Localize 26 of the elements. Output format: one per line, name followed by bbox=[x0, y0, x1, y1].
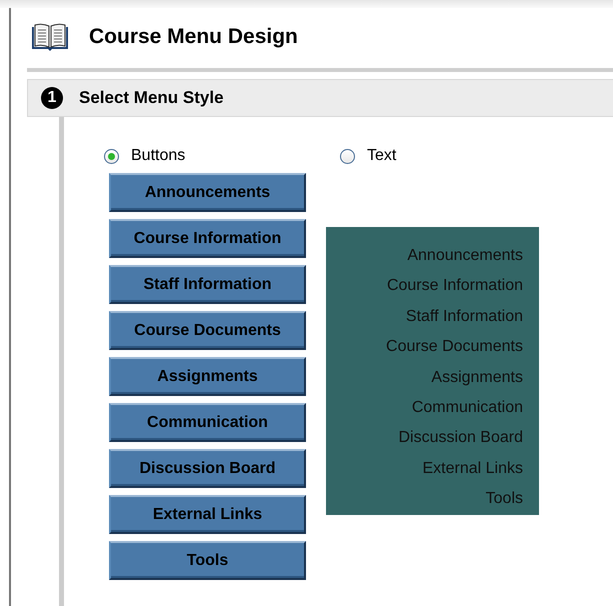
menu-button[interactable]: Course Information bbox=[109, 219, 306, 258]
menu-link[interactable]: Communication bbox=[412, 392, 523, 424]
menu-button[interactable]: Assignments bbox=[109, 357, 306, 396]
menu-link[interactable]: Course Documents bbox=[386, 332, 523, 363]
menu-button[interactable]: Discussion Board bbox=[109, 449, 306, 488]
menu-link[interactable]: Assignments bbox=[431, 362, 523, 393]
menu-button[interactable]: Tools bbox=[109, 541, 306, 580]
menu-link[interactable]: External Links bbox=[422, 454, 523, 484]
step-number: 1 bbox=[41, 87, 63, 109]
menu-link[interactable]: Tools bbox=[486, 484, 523, 515]
menu-button[interactable]: External Links bbox=[109, 495, 306, 534]
menu-link[interactable]: Course Information bbox=[386, 271, 523, 302]
section-title: Select Menu Style bbox=[79, 88, 224, 108]
radio-button[interactable] bbox=[104, 148, 119, 164]
menu-link[interactable]: Staff Information bbox=[406, 302, 523, 332]
menu-button[interactable]: Communication bbox=[109, 403, 306, 442]
radio-button[interactable] bbox=[340, 148, 355, 164]
page-title: Course Menu Design bbox=[89, 25, 298, 49]
book-icon bbox=[31, 22, 69, 52]
menu-link[interactable]: Discussion Board bbox=[398, 423, 523, 454]
menu-button[interactable]: Course Documents bbox=[109, 311, 306, 350]
menu-button[interactable]: Staff Information bbox=[109, 265, 306, 304]
menu-button[interactable]: Announcements bbox=[109, 173, 306, 212]
radio-label: Text bbox=[367, 147, 396, 165]
menu-link[interactable]: Announcements bbox=[407, 241, 523, 272]
radio-label: Buttons bbox=[131, 147, 186, 165]
